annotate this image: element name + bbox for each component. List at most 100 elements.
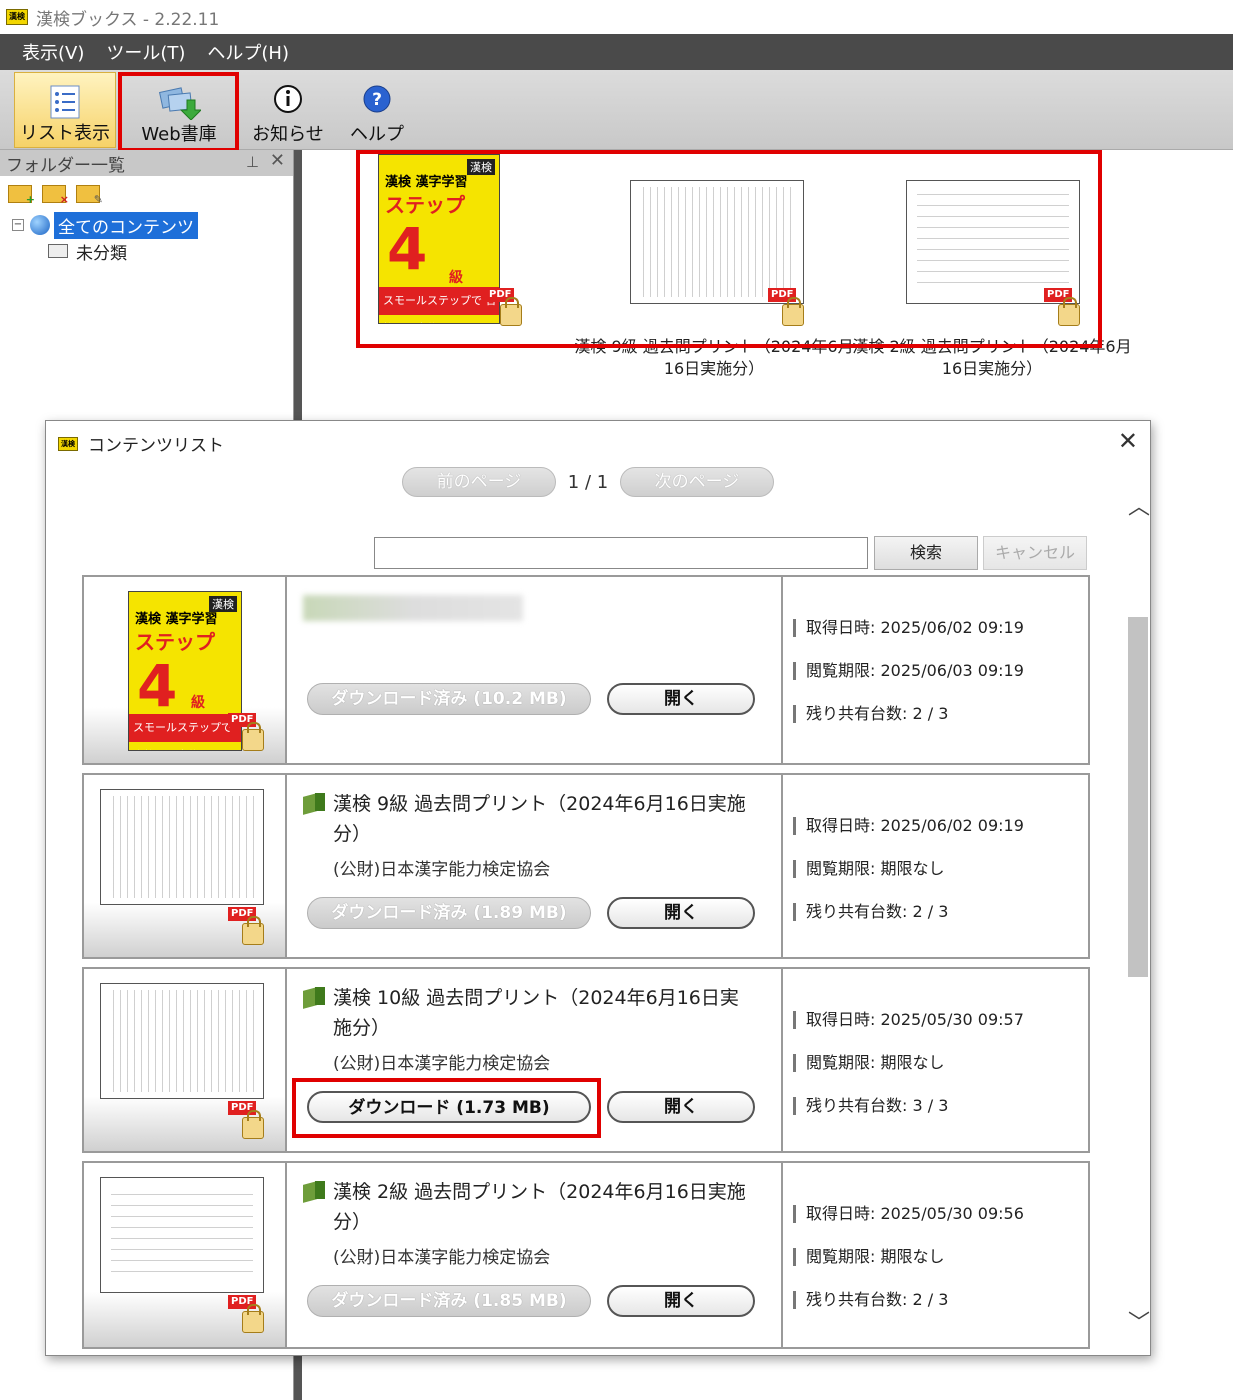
book-cover — [630, 180, 804, 304]
list-item: PDF 漢検 9級 過去問プリント（2024年6月16日実施分） (公財)日本漢… — [82, 773, 1090, 959]
dialog-close-icon[interactable]: ✕ — [1118, 427, 1138, 455]
dialog-title: コンテンツリスト — [88, 436, 224, 456]
item-info: 取得日時: 2025/06/02 09:19 閲覧期限: 期限なし 残り共有台数… — [781, 775, 1090, 957]
item-publisher: (公財)日本漢字能力検定協会 — [333, 1248, 551, 1268]
globe-icon — [30, 215, 50, 235]
book-cover: 漢検 漢検 漢字学習 ステップ 4 級 スモールステップで 合格への自信。 — [128, 591, 242, 751]
book-cover — [100, 1177, 264, 1293]
search-button[interactable]: 検索 — [874, 536, 978, 570]
svg-text:?: ? — [372, 90, 382, 110]
help-label: ヘルプ — [350, 124, 404, 145]
tree-item-uncategorized[interactable]: 未分類 — [12, 238, 293, 264]
cover-band: スモールステップで 合格への自信。 — [379, 287, 499, 323]
cover-title: 漢検 漢字学習 — [385, 175, 468, 190]
tree-item-label: 未分類 — [76, 243, 127, 264]
scroll-down-icon[interactable]: ﹀ — [1128, 1305, 1150, 1337]
download-button[interactable]: ダウンロード済み (1.85 MB) — [307, 1285, 591, 1317]
cancel-button[interactable]: キャンセル — [983, 536, 1087, 570]
item-title: 漢検 10級 過去問プリント（2024年6月16日実施分） — [333, 987, 739, 1039]
item-title: 漢検 2級 過去問プリント（2024年6月16日実施分） — [333, 1181, 746, 1233]
dialog-title-bar: 漢検 コンテンツリスト — [58, 431, 224, 456]
menu-help[interactable]: ヘルプ(H) — [207, 39, 289, 65]
book-cover — [100, 983, 264, 1099]
scroll-thumb[interactable] — [1128, 617, 1148, 977]
book-icon — [303, 985, 327, 1009]
open-button[interactable]: 開く — [607, 1285, 755, 1317]
pdf-lock-icon: PDF — [1044, 288, 1082, 326]
web-library-label: Web書庫 — [141, 124, 217, 145]
list-item: PDF 漢検 10級 過去問プリント（2024年6月16日実施分） (公財)日本… — [82, 967, 1090, 1153]
news-label: お知らせ — [252, 124, 324, 145]
web-library-button[interactable]: Web書庫 — [124, 72, 234, 148]
pdf-lock-icon: PDF — [228, 713, 266, 751]
open-button[interactable]: 開く — [607, 897, 755, 929]
list-view-button[interactable]: リスト表示 — [14, 72, 116, 148]
item-publisher: (公財)日本漢字能力検定協会 — [333, 860, 551, 880]
item-info: 取得日時: 2025/05/30 09:56 閲覧期限: 期限なし 残り共有台数… — [781, 1163, 1090, 1347]
delete-folder-icon[interactable]: × — [42, 185, 69, 206]
folder-panel-header: フォルダー一覧 ⊥ ✕ — [0, 150, 293, 176]
item-info: 取得日時: 2025/05/30 09:57 閲覧期限: 期限なし 残り共有台数… — [781, 969, 1090, 1151]
add-folder-icon[interactable]: + — [8, 185, 35, 206]
item-thumbnail: PDF — [84, 969, 287, 1151]
open-button[interactable]: 開く — [607, 683, 755, 715]
download-button[interactable]: ダウンロード済み (10.2 MB) — [307, 683, 591, 715]
pdf-lock-icon: PDF — [228, 907, 266, 945]
menu-view[interactable]: 表示(V) — [22, 39, 84, 65]
pin-icon[interactable]: ⊥ — [246, 153, 259, 171]
item-thumbnail: 漢検 漢検 漢字学習 ステップ 4 級 スモールステップで 合格への自信。 PD… — [84, 577, 287, 763]
folder-tree: − 全てのコンテンツ 未分類 — [0, 211, 293, 264]
acquired-date: 取得日時: 2025/05/30 09:57 — [793, 1011, 1024, 1029]
toolbar: リスト表示 Web書庫 お知らせ ? ヘルプ — [0, 70, 1233, 150]
pager: 前のページ 1 / 1 次のページ — [402, 467, 774, 497]
book-icon — [303, 791, 327, 815]
panel-close-icon[interactable]: ✕ — [270, 150, 285, 171]
remaining-shares: 残り共有台数: 2 / 3 — [793, 1291, 948, 1309]
blurred-title — [303, 595, 523, 621]
item-detail: 漢検 10級 過去問プリント（2024年6月16日実施分） (公財)日本漢字能力… — [289, 969, 779, 1151]
download-button[interactable]: ダウンロード (1.73 MB) — [307, 1091, 591, 1123]
info-icon — [274, 85, 302, 113]
pdf-lock-icon: PDF — [768, 288, 806, 326]
scroll-up-icon[interactable]: ︿ — [1128, 489, 1150, 521]
list-view-label: リスト表示 — [20, 123, 110, 144]
expiry-date: 閲覧期限: 期限なし — [793, 1054, 944, 1072]
shelf-book[interactable]: PDF — [904, 178, 1094, 328]
scrollbar[interactable]: ︿ ﹀ — [1126, 477, 1150, 1337]
web-library-icon — [158, 87, 201, 120]
cover-number: 4 — [137, 652, 178, 720]
item-thumbnail: PDF — [84, 1163, 287, 1347]
folder-icon — [48, 244, 68, 258]
news-button[interactable]: お知らせ — [246, 72, 330, 148]
cover-kyu: 級 — [191, 695, 205, 711]
book-caption: 漢検 9級 過去問プリント（2024年6月16日実施分） — [574, 337, 854, 378]
collapse-icon[interactable]: − — [12, 219, 24, 231]
next-page-button[interactable]: 次のページ — [620, 467, 774, 497]
page-indicator: 1 / 1 — [567, 471, 609, 493]
menu-tools[interactable]: ツール(T) — [106, 39, 185, 65]
rename-folder-icon[interactable]: ✎ — [76, 185, 103, 206]
cover-number: 4 — [387, 215, 428, 283]
book-cover — [906, 180, 1080, 304]
menu-bar: 表示(V) ツール(T) ヘルプ(H) — [0, 34, 1233, 70]
book-cover: 漢検 漢検 漢字学習 ステップ 4 級 スモールステップで 合格への自信。 — [378, 154, 500, 324]
open-button[interactable]: 開く — [607, 1091, 755, 1123]
tree-item-all-contents[interactable]: − 全てのコンテンツ — [12, 211, 293, 239]
item-info: 取得日時: 2025/06/02 09:19 閲覧期限: 2025/06/03 … — [781, 577, 1090, 763]
app-logo-icon: 漢検 — [6, 9, 28, 25]
cover-kyu: 級 — [449, 270, 463, 286]
shelf-book[interactable]: PDF — [628, 178, 818, 328]
item-detail: 漢検 9級 過去問プリント（2024年6月16日実施分） (公財)日本漢字能力検… — [289, 775, 779, 957]
content-list-dialog: 漢検 コンテンツリスト ✕ 前のページ 1 / 1 次のページ 検索 キャンセル… — [45, 420, 1151, 1356]
shelf-book[interactable]: 漢検 漢検 漢字学習 ステップ 4 級 スモールステップで 合格への自信。 PD… — [378, 154, 528, 334]
remaining-shares: 残り共有台数: 3 / 3 — [793, 1097, 948, 1115]
acquired-date: 取得日時: 2025/05/30 09:56 — [793, 1205, 1024, 1223]
pdf-lock-icon: PDF — [228, 1295, 266, 1333]
folder-toolbar: + × ✎ — [0, 176, 293, 212]
prev-page-button[interactable]: 前のページ — [402, 467, 556, 497]
help-button[interactable]: ? ヘルプ — [340, 72, 414, 148]
help-icon: ? — [363, 85, 391, 113]
window-title: 漢検ブックス - 2.22.11 — [36, 9, 220, 30]
search-input[interactable] — [374, 537, 868, 569]
download-button[interactable]: ダウンロード済み (1.89 MB) — [307, 897, 591, 929]
